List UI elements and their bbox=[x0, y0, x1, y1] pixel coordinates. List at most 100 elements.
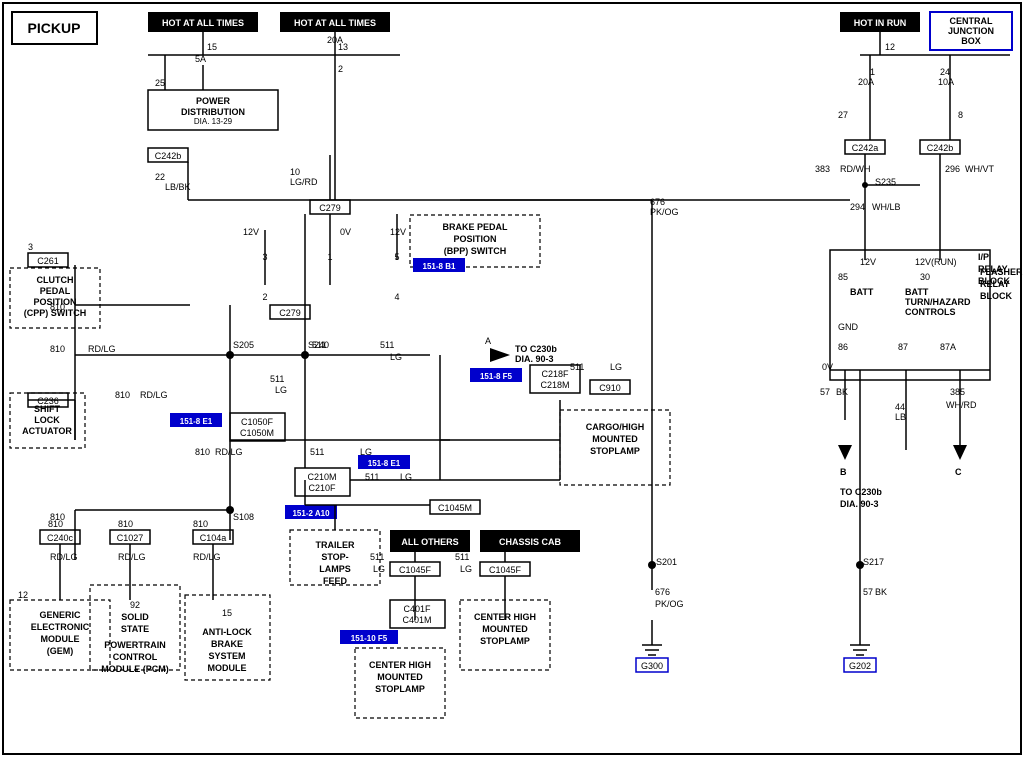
svg-text:MODULE: MODULE bbox=[41, 634, 80, 644]
svg-text:LAMPS: LAMPS bbox=[319, 564, 351, 574]
svg-text:WH/VT: WH/VT bbox=[965, 164, 994, 174]
svg-text:RELAY: RELAY bbox=[978, 264, 1008, 274]
svg-text:15: 15 bbox=[207, 42, 217, 52]
connector-151-10-f5: 151-10 F5 bbox=[351, 634, 388, 643]
abs-label: ANTI-LOCK bbox=[202, 627, 252, 637]
all-others-label: ALL OTHERS bbox=[401, 537, 458, 547]
svg-text:LOCK: LOCK bbox=[34, 415, 60, 425]
svg-text:PK/OG: PK/OG bbox=[655, 599, 684, 609]
svg-text:511: 511 bbox=[312, 340, 326, 350]
svg-text:12: 12 bbox=[18, 590, 28, 600]
svg-text:S108: S108 bbox=[233, 512, 254, 522]
pcm-label: SOLID bbox=[121, 612, 149, 622]
svg-text:C1027: C1027 bbox=[117, 533, 144, 543]
svg-text:12: 12 bbox=[885, 42, 895, 52]
g300-label: G300 bbox=[641, 661, 663, 671]
svg-text:WH/LB: WH/LB bbox=[872, 202, 901, 212]
svg-text:LG: LG bbox=[373, 564, 385, 574]
svg-text:C401F: C401F bbox=[403, 604, 431, 614]
svg-text:S201: S201 bbox=[656, 557, 677, 567]
svg-text:MODULE (PCM): MODULE (PCM) bbox=[101, 664, 169, 674]
pickup-title: PICKUP bbox=[28, 20, 81, 36]
svg-text:2: 2 bbox=[338, 64, 343, 74]
svg-text:1: 1 bbox=[327, 252, 332, 262]
connector-151-8-e1-left: 151-8 E1 bbox=[180, 417, 213, 426]
hot-in-run: HOT IN RUN bbox=[854, 18, 907, 28]
svg-text:POSITION: POSITION bbox=[33, 297, 76, 307]
svg-text:C242b: C242b bbox=[927, 143, 954, 153]
svg-text:ACTUATOR: ACTUATOR bbox=[22, 426, 72, 436]
svg-text:MOUNTED: MOUNTED bbox=[592, 434, 638, 444]
svg-text:DISTRIBUTION: DISTRIBUTION bbox=[181, 107, 245, 117]
svg-text:676: 676 bbox=[655, 587, 670, 597]
center-high-2-label: CENTER HIGH bbox=[474, 612, 536, 622]
svg-text:S217: S217 bbox=[863, 557, 884, 567]
svg-text:A: A bbox=[485, 336, 491, 346]
shift-lock-label: SHIFT bbox=[34, 404, 61, 414]
svg-text:C218F: C218F bbox=[541, 369, 569, 379]
svg-text:BK: BK bbox=[875, 587, 887, 597]
svg-text:C1045M: C1045M bbox=[438, 503, 472, 513]
svg-text:85: 85 bbox=[838, 272, 848, 282]
central-junction-box: CENTRAL bbox=[950, 16, 993, 26]
svg-text:25: 25 bbox=[155, 78, 165, 88]
connector-151-8-b1: 151-8 B1 bbox=[423, 262, 456, 271]
svg-text:383: 383 bbox=[815, 164, 830, 174]
arrow-c: C bbox=[955, 467, 962, 477]
center-high-1-label: CENTER HIGH bbox=[369, 660, 431, 670]
svg-text:12V: 12V bbox=[390, 227, 406, 237]
svg-text:LG: LG bbox=[610, 362, 622, 372]
cpp-switch-label: CLUTCH bbox=[37, 275, 74, 285]
svg-text:C1045F: C1045F bbox=[399, 565, 432, 575]
to-c230b-ref-2: TO C230b bbox=[840, 487, 882, 497]
svg-text:DIA. 13-29: DIA. 13-29 bbox=[194, 117, 233, 126]
svg-text:STOPLAMP: STOPLAMP bbox=[590, 446, 640, 456]
trailer-stop-label: TRAILER bbox=[316, 540, 355, 550]
svg-text:BOX: BOX bbox=[961, 36, 981, 46]
svg-text:C242b: C242b bbox=[155, 151, 182, 161]
svg-text:LG: LG bbox=[390, 352, 402, 362]
to-c230b-ref-1: TO C230b bbox=[515, 344, 557, 354]
svg-text:STOP-: STOP- bbox=[321, 552, 348, 562]
svg-text:294: 294 bbox=[850, 202, 865, 212]
svg-text:DIA. 90-3: DIA. 90-3 bbox=[515, 354, 554, 364]
svg-text:511: 511 bbox=[455, 552, 469, 562]
svg-text:296: 296 bbox=[945, 164, 960, 174]
svg-text:87: 87 bbox=[898, 342, 908, 352]
svg-text:86: 86 bbox=[838, 342, 848, 352]
svg-text:MODULE: MODULE bbox=[208, 663, 247, 673]
svg-text:511: 511 bbox=[380, 340, 394, 350]
svg-text:RD/LG: RD/LG bbox=[118, 552, 146, 562]
svg-text:LG: LG bbox=[275, 385, 287, 395]
svg-text:810: 810 bbox=[195, 447, 210, 457]
connector-151-8-e1-mid: 151-8 E1 bbox=[368, 459, 401, 468]
svg-text:RD/LG: RD/LG bbox=[215, 447, 243, 457]
svg-text:20A: 20A bbox=[327, 35, 343, 45]
svg-text:I/P: I/P bbox=[978, 252, 989, 262]
gem-label: GENERIC bbox=[39, 610, 81, 620]
svg-text:92: 92 bbox=[130, 600, 140, 610]
svg-text:27: 27 bbox=[838, 110, 848, 120]
svg-text:810: 810 bbox=[48, 519, 63, 529]
svg-text:810: 810 bbox=[193, 519, 208, 529]
svg-text:12V: 12V bbox=[860, 257, 876, 267]
svg-text:C401M: C401M bbox=[402, 615, 431, 625]
svg-text:C210M: C210M bbox=[307, 472, 336, 482]
svg-text:(BPP) SWITCH: (BPP) SWITCH bbox=[444, 246, 507, 256]
svg-text:8: 8 bbox=[958, 110, 963, 120]
svg-text:LB/BK: LB/BK bbox=[165, 182, 191, 192]
svg-text:C210F: C210F bbox=[308, 483, 336, 493]
svg-text:C104a: C104a bbox=[200, 533, 227, 543]
svg-text:GND: GND bbox=[838, 322, 859, 332]
svg-text:C1050M: C1050M bbox=[240, 428, 274, 438]
svg-text:15: 15 bbox=[222, 608, 232, 618]
svg-text:20A: 20A bbox=[858, 77, 874, 87]
svg-text:(CPP) SWITCH: (CPP) SWITCH bbox=[24, 308, 87, 318]
svg-text:C279: C279 bbox=[279, 308, 301, 318]
svg-text:0V: 0V bbox=[340, 227, 351, 237]
svg-text:385: 385 bbox=[950, 387, 965, 397]
svg-text:10: 10 bbox=[290, 167, 300, 177]
svg-text:RD/LG: RD/LG bbox=[193, 552, 221, 562]
svg-text:10A: 10A bbox=[938, 77, 954, 87]
svg-text:JUNCTION: JUNCTION bbox=[948, 26, 994, 36]
